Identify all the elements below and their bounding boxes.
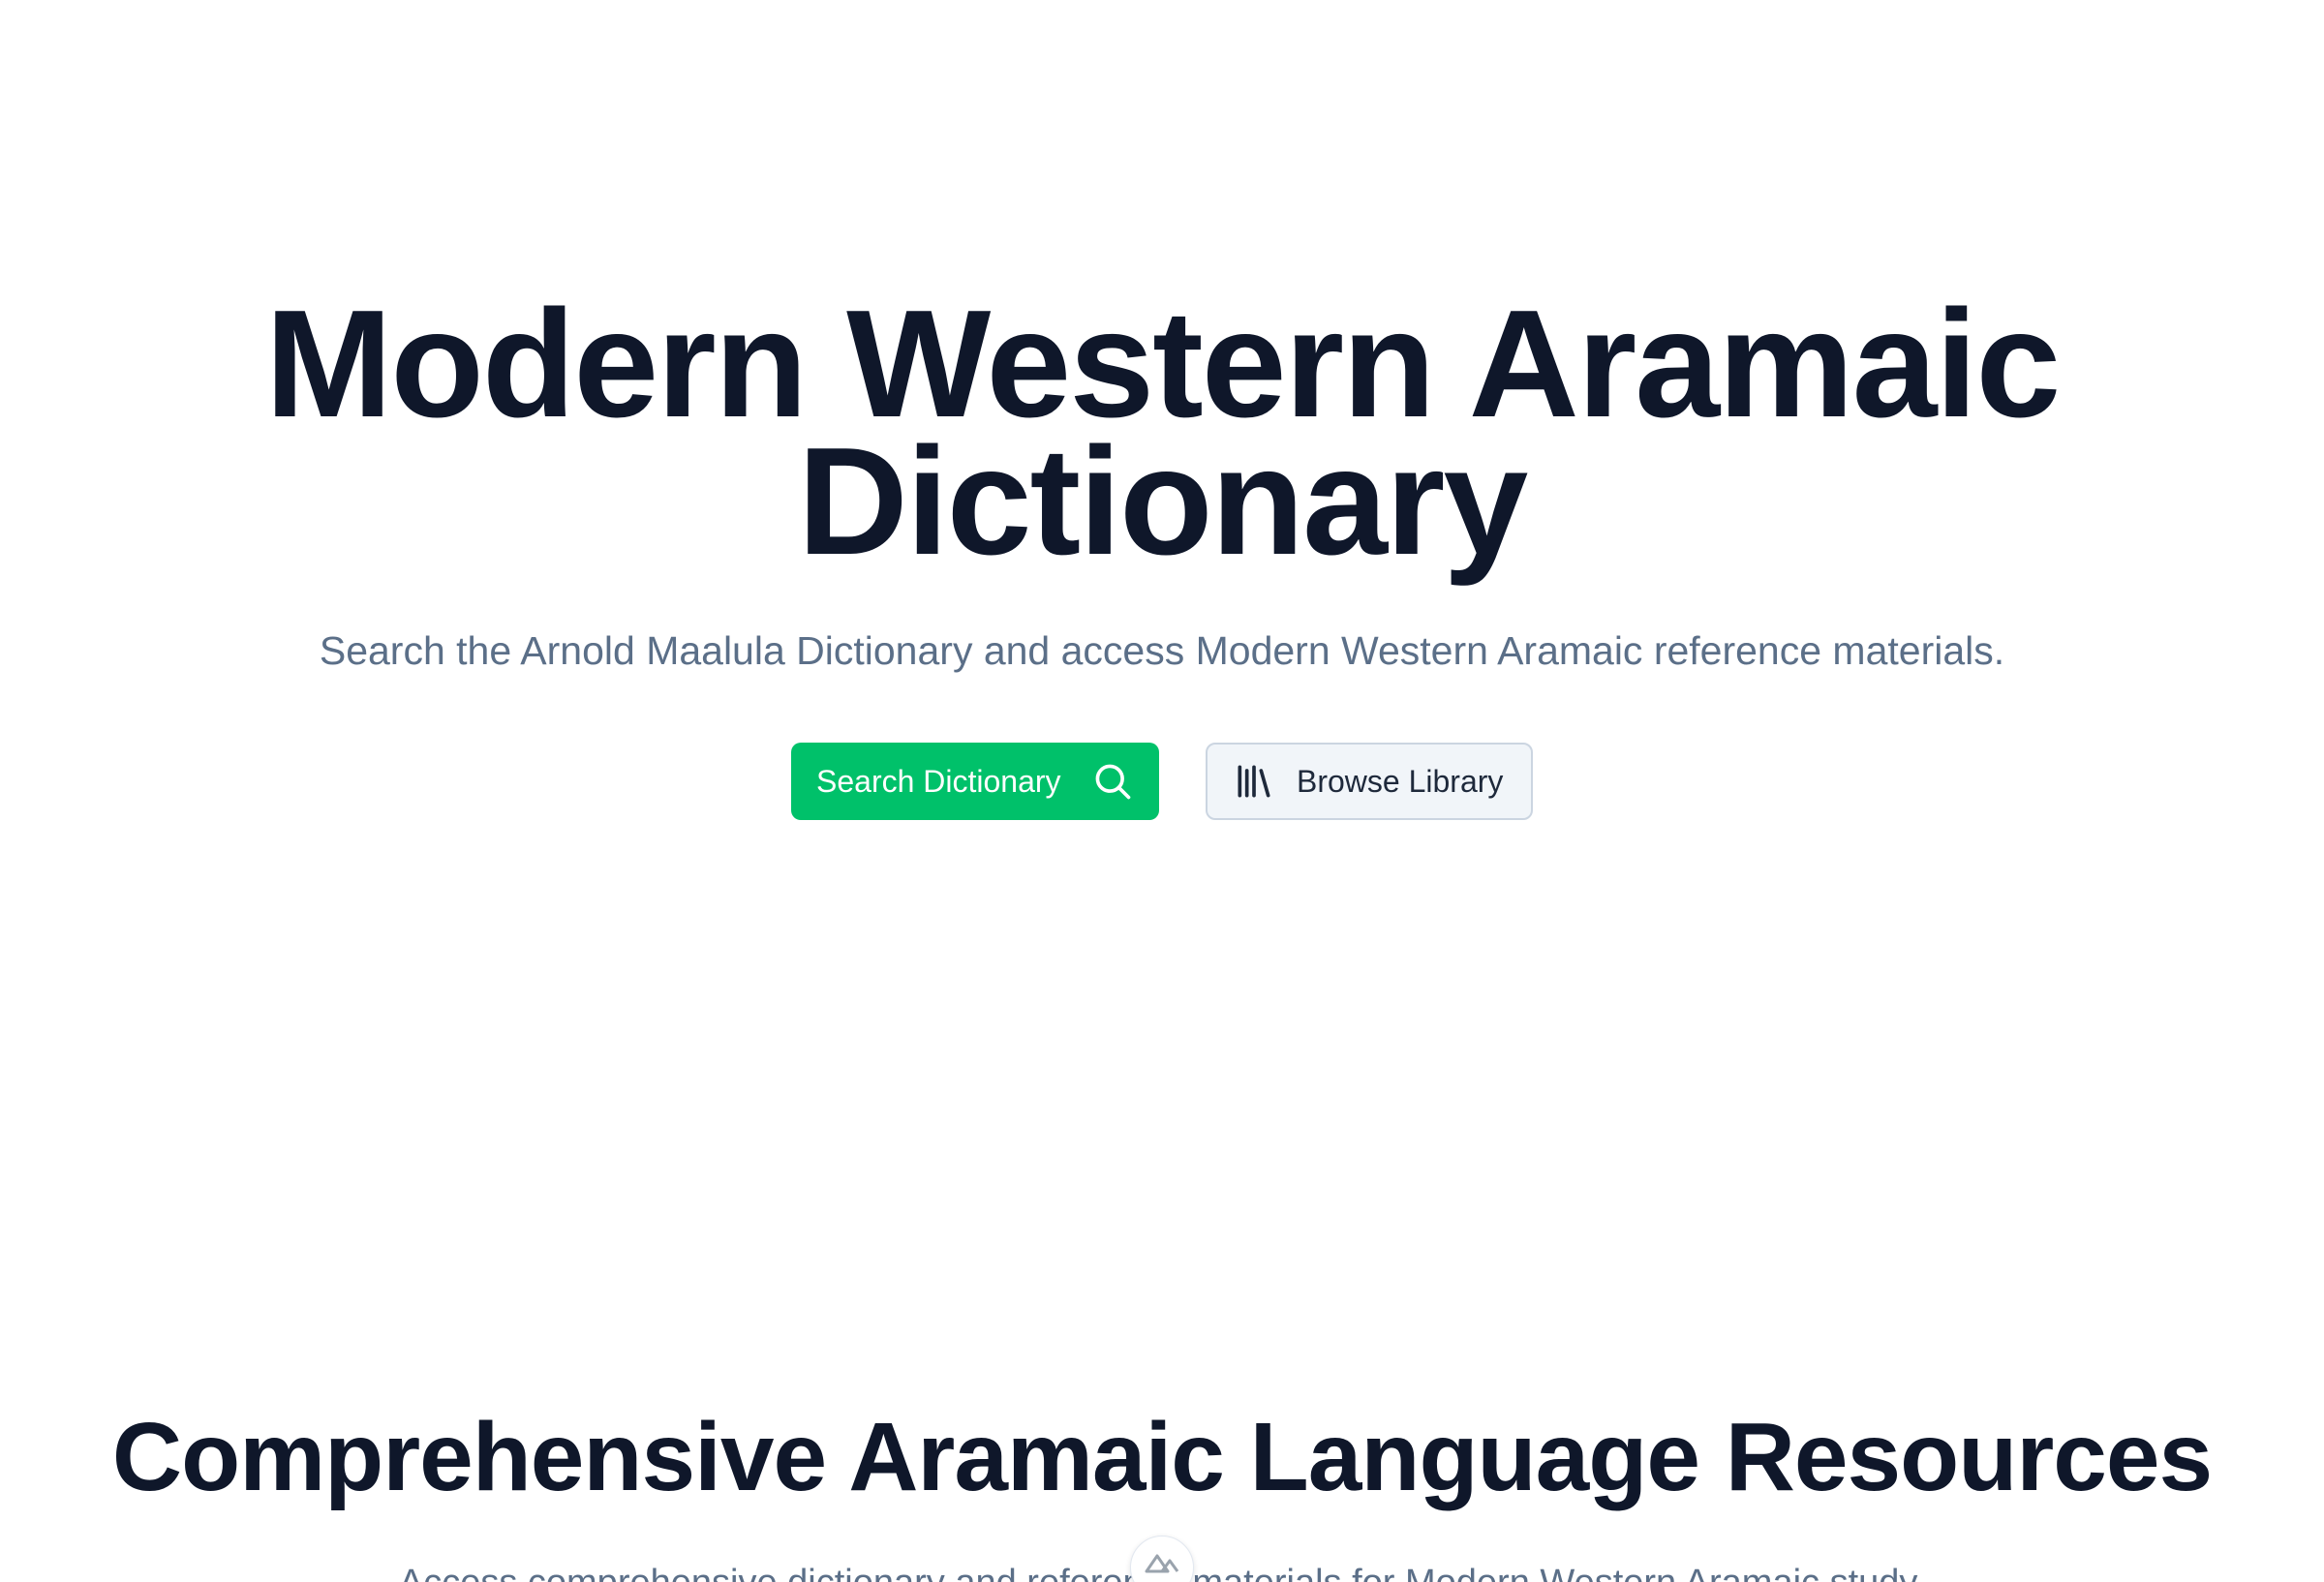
cta-row: Search Dictionary Browse Library	[0, 743, 2324, 820]
hero-subtitle: Search the Arnold Maalula Dictionary and…	[319, 628, 2005, 673]
browse-library-button[interactable]: Browse Library	[1206, 743, 1533, 820]
hero-title: Modern Western Aramaic Dictionary	[264, 279, 2062, 587]
browse-library-label: Browse Library	[1297, 763, 1504, 799]
library-icon	[1233, 760, 1275, 803]
search-icon	[1091, 760, 1134, 803]
resources-title: Comprehensive Aramaic Language Resources	[111, 1403, 2213, 1511]
search-dictionary-label: Search Dictionary	[816, 763, 1061, 799]
search-dictionary-button[interactable]: Search Dictionary	[791, 743, 1159, 820]
page: Modern Western Aramaic Dictionary Search…	[0, 0, 2324, 1582]
hero-section: Modern Western Aramaic Dictionary Search…	[0, 279, 2324, 820]
mountain-logo-icon	[1143, 1550, 1181, 1580]
